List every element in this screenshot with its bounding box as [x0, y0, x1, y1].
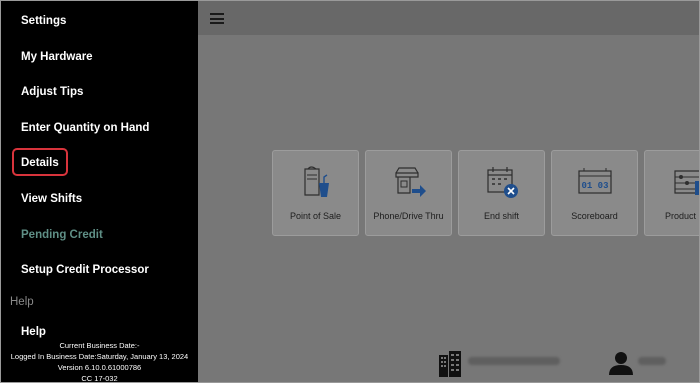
logged-in-business-date: Logged In Business Date:Saturday, Januar… [10, 352, 189, 361]
tile-phone-drive-thru-label: Phone/Drive Thru [373, 211, 444, 221]
sidebar-item-my-hardware[interactable]: My Hardware [21, 51, 93, 63]
sidebar-item-pending-credit[interactable]: Pending Credit [21, 229, 103, 241]
main-area: Point of Sale Phone/Drive Thru End shift… [198, 1, 699, 382]
sidebar-menu: Settings My Hardware Adjust Tips Enter Q… [1, 1, 198, 382]
tile-point-of-sale[interactable]: Point of Sale [272, 150, 359, 236]
cc-code: CC 17-032 [81, 374, 118, 383]
tile-end-shift[interactable]: End shift [458, 150, 545, 236]
sidebar-item-settings[interactable]: Settings [21, 15, 66, 27]
sidebar-section-help: Help [10, 296, 34, 308]
point-of-sale-icon [303, 166, 329, 197]
hamburger-menu-icon[interactable] [210, 13, 224, 24]
scoreboard-icon: 01 03 [577, 168, 612, 194]
top-bar [198, 1, 699, 35]
tile-product-count[interactable]: Product Co [644, 150, 699, 236]
product-count-icon [673, 170, 699, 195]
user-name-redacted [638, 357, 666, 365]
details-highlight-box [12, 148, 68, 176]
tile-end-shift-label: End shift [483, 211, 520, 221]
phone-drive-thru-icon [394, 167, 426, 197]
store-building-icon [439, 351, 461, 377]
tile-point-of-sale-label: Point of Sale [289, 211, 342, 221]
business-date-info: Current Business Date:- Logged In Busine… [1, 340, 198, 383]
sidebar-item-setup-credit-processor[interactable]: Setup Credit Processor [21, 264, 149, 276]
sidebar-item-view-shifts[interactable]: View Shifts [21, 193, 82, 205]
tile-scoreboard[interactable]: 01 03 Scoreboard [551, 150, 638, 236]
tile-product-count-label: Product Co [664, 211, 699, 221]
app-screen: Settings My Hardware Adjust Tips Enter Q… [0, 0, 700, 383]
tile-scoreboard-label: Scoreboard [571, 211, 618, 221]
sidebar-item-enter-quantity[interactable]: Enter Quantity on Hand [21, 122, 149, 134]
tile-phone-drive-thru[interactable]: Phone/Drive Thru [365, 150, 452, 236]
sidebar-item-help[interactable]: Help [21, 326, 46, 338]
version-text: Version 6.10.0.61000786 [57, 363, 142, 372]
sidebar-item-adjust-tips[interactable]: Adjust Tips [21, 86, 83, 98]
scoreboard-digits: 01 03 [581, 181, 608, 191]
current-business-date: Current Business Date:- [59, 341, 140, 350]
end-shift-icon [486, 167, 518, 198]
user-icon[interactable] [608, 351, 634, 375]
store-name-redacted [468, 357, 560, 365]
